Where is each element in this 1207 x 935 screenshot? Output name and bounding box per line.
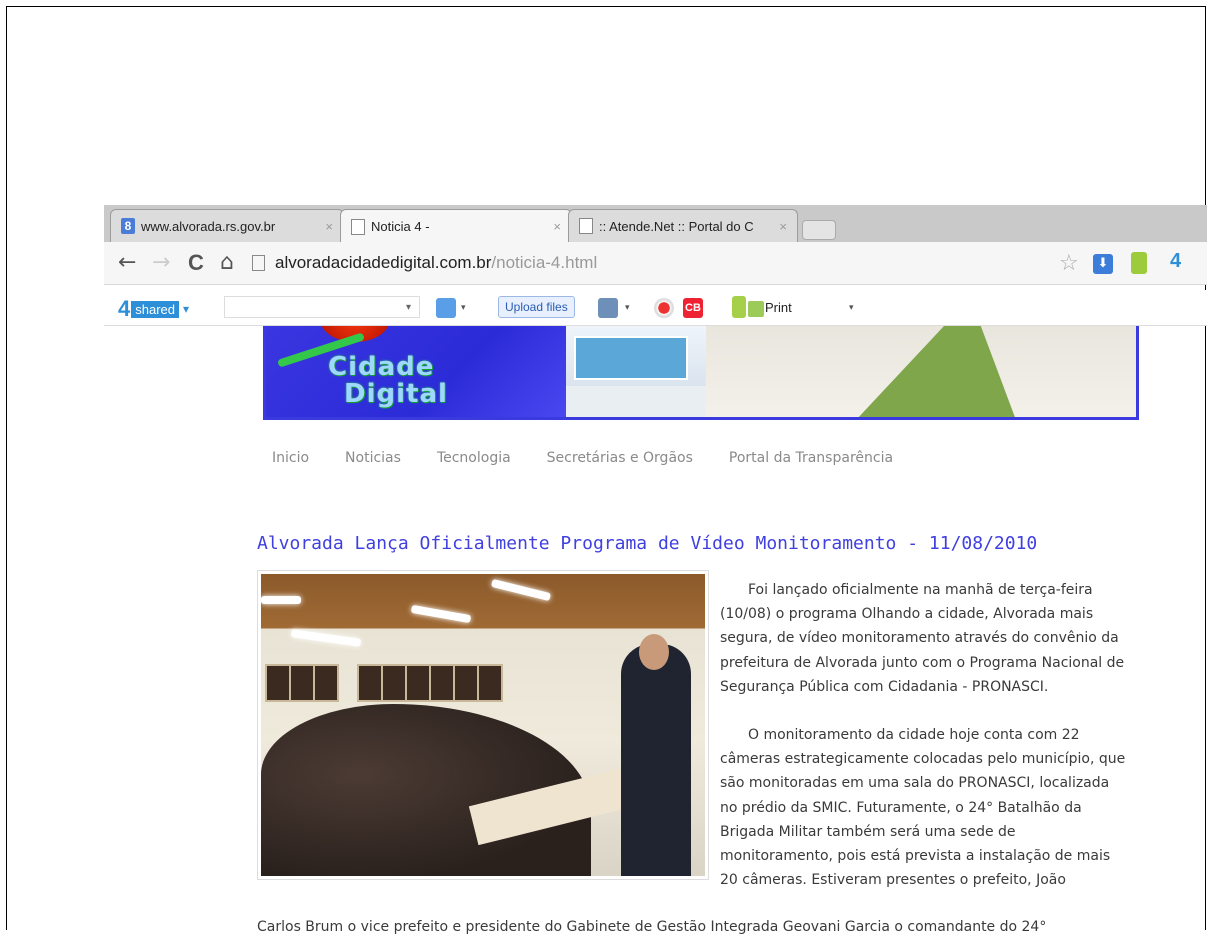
browser-toolbar: ← → C ⌂ alvoradacidadedigital.com.br/not… — [104, 242, 1207, 285]
new-tab-button[interactable] — [802, 220, 836, 240]
address-bar[interactable]: alvoradacidadedigital.com.br/noticia-4.h… — [252, 248, 1190, 278]
close-icon[interactable]: × — [325, 219, 333, 234]
site-banner: Cidade Digital — [263, 326, 1139, 420]
download-extension-icon[interactable]: ⬇ — [1093, 254, 1113, 274]
back-icon[interactable]: ← — [118, 250, 136, 275]
upload-icon[interactable] — [436, 298, 456, 318]
article-photo — [257, 570, 709, 880]
4shared-extension-icon[interactable]: 4 — [1170, 250, 1181, 273]
reload-icon[interactable]: C — [188, 250, 204, 276]
bookmark-star-icon[interactable]: ☆ — [1059, 251, 1079, 276]
nav-item-noticias[interactable]: Noticias — [345, 450, 401, 466]
nav-item-secretarias[interactable]: Secretárias e Orgãos — [547, 450, 693, 466]
upload-files-button[interactable]: Upload files — [498, 296, 575, 318]
url-path: /noticia-4.html — [491, 253, 598, 272]
4shared-search-input[interactable] — [224, 296, 420, 318]
tab-atende-net[interactable]: :: Atende.Net :: Portal do C × — [568, 209, 798, 242]
chevron-down-icon[interactable]: ▾ — [625, 303, 630, 313]
banner-title-line2: Digital — [344, 379, 448, 409]
4shared-toolbar: 4 shared ▾ ▾ ▾ Upload files ▾ CB Print ▾ — [104, 290, 1207, 326]
4shared-logo[interactable]: 4 shared ▾ — [118, 296, 189, 322]
close-icon[interactable]: × — [779, 219, 787, 234]
chevron-down-icon[interactable]: ▾ — [461, 303, 466, 313]
nav-item-inicio[interactable]: Inicio — [272, 450, 309, 466]
banner-logo-area: Cidade Digital — [266, 326, 566, 417]
chevron-down-icon[interactable]: ▾ — [849, 303, 854, 313]
nav-item-tecnologia[interactable]: Tecnologia — [437, 450, 511, 466]
browser-tab-bar: 8 www.alvorada.rs.gov.br × Noticia 4 - ×… — [104, 205, 1207, 243]
google-icon: 8 — [121, 218, 135, 234]
page-icon — [252, 255, 265, 271]
article-paragraph: Foi lançado oficialmente na manhã de ter… — [720, 582, 1125, 695]
page-icon — [351, 218, 365, 235]
printer-icon — [748, 301, 764, 317]
tab-noticia-4[interactable]: Noticia 4 - × — [340, 209, 572, 243]
page-icon — [579, 218, 593, 234]
banner-title-line1: Cidade — [328, 352, 435, 382]
search-dropdown-caret[interactable]: ▾ — [406, 302, 411, 313]
url-host: alvoradacidadedigital.com.br — [275, 253, 492, 272]
article-paragraph: O monitoramento da cidade hoje conta com… — [720, 727, 1126, 889]
nav-item-transparencia[interactable]: Portal da Transparência — [729, 450, 893, 466]
article-headline: Alvorada Lança Oficialmente Programa de … — [257, 533, 1038, 554]
tag-icon[interactable] — [732, 296, 746, 318]
article-body: Foi lançado oficialmente na manhã de ter… — [720, 578, 1130, 892]
article-paragraph-continuation: Carlos Brum o vice prefeito e presidente… — [257, 919, 1047, 935]
print-button[interactable]: Print — [765, 300, 792, 315]
tab-label: :: Atende.Net :: Portal do C — [599, 218, 754, 234]
media-icon[interactable] — [598, 298, 618, 318]
close-icon[interactable]: × — [553, 219, 561, 234]
banner-photo-building — [566, 326, 706, 417]
tab-alvorada[interactable]: 8 www.alvorada.rs.gov.br × — [110, 209, 344, 242]
home-icon[interactable]: ⌂ — [220, 250, 234, 275]
site-nav: Inicio Noticias Tecnologia Secretárias e… — [272, 450, 929, 466]
banner-photo-street — [706, 326, 1136, 417]
forward-icon[interactable]: → — [152, 250, 170, 275]
cb-icon[interactable]: CB — [683, 298, 703, 318]
record-icon[interactable] — [654, 298, 674, 318]
tab-label: Noticia 4 - — [371, 219, 430, 234]
tag-extension-icon[interactable] — [1131, 252, 1147, 274]
tab-label: www.alvorada.rs.gov.br — [141, 218, 276, 234]
